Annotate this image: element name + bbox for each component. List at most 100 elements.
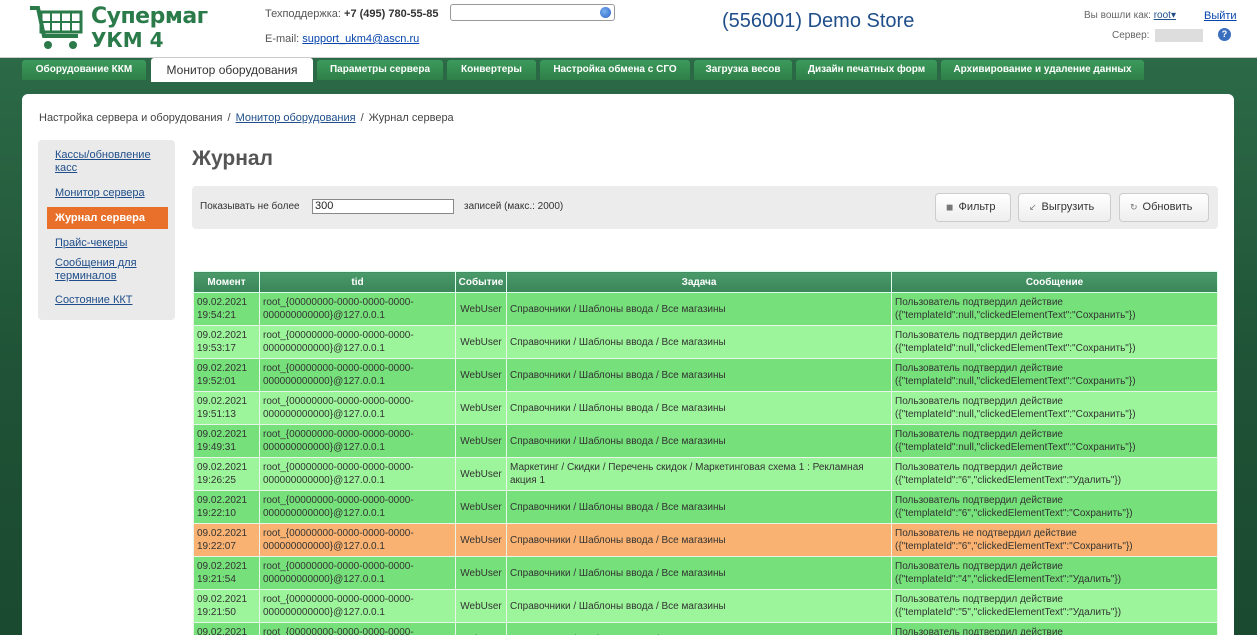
logo-line2: УКМ 4 — [91, 28, 164, 52]
support-label: Техподдержка: — [265, 8, 341, 20]
limit-label: Показывать не более — [200, 201, 300, 212]
sidebar-item-cashboxes[interactable]: Кассы/обновление касс — [55, 149, 165, 175]
sidebar-item-price-checkers[interactable]: Прайс-чекеры — [55, 237, 165, 250]
tab-archive-delete[interactable]: Архивирование и удаление данных — [941, 60, 1144, 80]
cell-tid: root_{00000000-0000-0000-0000-0000000000… — [259, 292, 456, 326]
tab-equipment-monitor[interactable]: Монитор оборудования — [151, 58, 313, 82]
breadcrumb-separator: / — [360, 112, 364, 124]
sidebar-item-terminal-messages[interactable]: Сообщения для терминалов — [55, 257, 165, 283]
help-icon[interactable]: ? — [1218, 28, 1231, 41]
table-row[interactable]: 09.02.2021 19:21:54 root_{00000000-0000-0… — [193, 556, 1218, 590]
cell-event: WebUser — [455, 523, 507, 557]
cell-moment: 09.02.2021 19:49:31 — [193, 424, 260, 458]
refresh-icon: ↻ — [1130, 202, 1138, 212]
cell-event: WebUser — [455, 622, 507, 635]
cell-message: Пользователь подтвердил действие ({"temp… — [891, 490, 1218, 524]
logged-in-label: Вы вошли как: — [1084, 10, 1151, 21]
tab-server-params[interactable]: Параметры сервера — [317, 60, 443, 80]
breadcrumb-current: Журнал сервера — [368, 112, 454, 124]
table-row[interactable]: 09.02.2021 19:49:31 root_{00000000-0000-0… — [193, 424, 1218, 458]
cell-tid: root_{00000000-0000-0000-0000-0000000000… — [259, 457, 456, 491]
column-header-message[interactable]: Сообщение — [891, 271, 1218, 293]
cell-message: Пользователь подтвердил действие ({"temp… — [891, 424, 1218, 458]
table-row[interactable]: 09.02.2021 19:21:50 root_{00000000-0000-0… — [193, 589, 1218, 623]
logo[interactable]: Супермаг УКМ 4 — [28, 2, 208, 52]
cell-task: Справочники / Шаблоны ввода / Все магази… — [506, 358, 892, 392]
cell-task: Справочники / Шаблоны ввода / Все магази… — [506, 556, 892, 590]
cell-tid: root_{00000000-0000-0000-0000-0000000000… — [259, 490, 456, 524]
content-panel: Настройка сервера и оборудования / Монитор… — [22, 94, 1234, 635]
cell-event: WebUser — [455, 556, 507, 590]
table-row[interactable]: 09.02.2021 19:21:40root_{00000000-0000-0… — [193, 622, 1218, 635]
username-dropdown[interactable]: root▾ — [1154, 10, 1176, 21]
tab-print-forms[interactable]: Дизайн печатных форм — [796, 60, 937, 80]
store-title: (556001) Demo Store — [722, 10, 915, 32]
caret-down-icon: ▾ — [1170, 10, 1176, 21]
cell-event: WebUser — [455, 358, 507, 392]
cell-tid: root_{00000000-0000-0000-0000-0000000000… — [259, 622, 456, 635]
cell-event: WebUser — [455, 292, 507, 326]
breadcrumb-link-monitor[interactable]: Монитор оборудования — [236, 112, 356, 124]
filter-button[interactable]: ◼ Фильтр — [935, 193, 1011, 222]
cell-moment: 09.02.2021 19:52:01 — [193, 358, 260, 392]
cell-message: Пользователь подтвердил действие ({"temp… — [891, 457, 1218, 491]
table-row[interactable]: 09.02.2021 19:51:13 root_{00000000-0000-0… — [193, 391, 1218, 425]
app-header: Супермаг УКМ 4 Техподдержка: +7 (495) 78… — [0, 0, 1257, 58]
limit-input[interactable]: 300 — [312, 199, 454, 214]
cell-moment: 09.02.2021 19:26:25 — [193, 457, 260, 491]
tab-converters[interactable]: Конвертеры — [447, 60, 536, 80]
table-row[interactable]: 09.02.2021 19:22:07 root_{00000000-0000-0… — [193, 523, 1218, 557]
column-header-tid[interactable]: tid — [259, 271, 456, 293]
cell-moment: 09.02.2021 19:51:13 — [193, 391, 260, 425]
table-row[interactable]: 09.02.2021 19:53:17 root_{00000000-0000-0… — [193, 325, 1218, 359]
cell-moment: 09.02.2021 19:22:07 — [193, 523, 260, 557]
sidebar-item-server-monitor[interactable]: Монитор сервера — [55, 187, 165, 200]
search-icon[interactable] — [600, 7, 611, 18]
breadcrumb-root: Настройка сервера и оборудования — [39, 112, 223, 124]
cell-message: Пользователь подтвердил действие ({"temp… — [891, 622, 1218, 635]
tab-kkm-equipment[interactable]: Оборудование ККМ — [22, 60, 146, 80]
cell-tid: root_{00000000-0000-0000-0000-0000000000… — [259, 589, 456, 623]
cell-moment: 09.02.2021 19:21:50 — [193, 589, 260, 623]
logout-link[interactable]: Выйти — [1204, 10, 1237, 22]
cell-message: Пользователь подтвердил действие ({"temp… — [891, 589, 1218, 623]
support-email: E-mail: support_ukm4@ascn.ru — [265, 33, 419, 45]
tab-sgo-exchange[interactable]: Настройка обмена с СГО — [540, 60, 690, 80]
export-button[interactable]: ↙ Выгрузить — [1018, 193, 1111, 222]
breadcrumb-separator: / — [227, 112, 231, 124]
filter-bar: Показывать не более 300 записей (макс.: … — [192, 186, 1218, 229]
export-button-label: Выгрузить — [1041, 201, 1095, 213]
sidebar-item-kkt-status[interactable]: Состояние ККТ — [55, 294, 165, 307]
support-phone-value: +7 (495) 780-55-85 — [344, 8, 439, 20]
logo-line1: Супермаг — [91, 4, 208, 29]
limit-suffix: записей (макс.: 2000) — [464, 201, 564, 212]
column-header-moment[interactable]: Момент — [193, 271, 260, 293]
filter-button-label: Фильтр — [958, 201, 996, 213]
tab-scales-loading[interactable]: Загрузка весов — [694, 60, 792, 80]
search-input[interactable] — [450, 4, 615, 21]
cell-event: WebUser — [455, 391, 507, 425]
table-header-row: Момент tid Событие Задача Сообщение — [193, 271, 1218, 293]
table-row[interactable]: 09.02.2021 19:54:21 root_{00000000-0000-0… — [193, 292, 1218, 326]
table-row[interactable]: 09.02.2021 19:22:10 root_{00000000-0000-0… — [193, 490, 1218, 524]
cell-task: Справочники / Шаблоны ввода / Все магази… — [506, 622, 892, 635]
column-header-event[interactable]: Событие — [455, 271, 507, 293]
cart-icon — [30, 6, 83, 49]
cell-task: Справочники / Шаблоны ввода / Все магази… — [506, 391, 892, 425]
sidebar-item-server-journal[interactable]: Журнал сервера — [47, 207, 168, 229]
cell-tid: root_{00000000-0000-0000-0000-0000000000… — [259, 523, 456, 557]
page-title: Журнал — [192, 147, 273, 170]
cell-task: Справочники / Шаблоны ввода / Все магази… — [506, 490, 892, 524]
cell-tid: root_{00000000-0000-0000-0000-0000000000… — [259, 424, 456, 458]
journal-table: Момент tid Событие Задача Сообщение 09.0… — [193, 271, 1218, 635]
cell-task: Справочники / Шаблоны ввода / Все магази… — [506, 325, 892, 359]
cell-moment: 09.02.2021 19:21:40 — [193, 622, 260, 635]
cell-task: Справочники / Шаблоны ввода / Все магази… — [506, 292, 892, 326]
table-body: 09.02.2021 19:54:21 root_{00000000-0000-0… — [193, 292, 1218, 635]
refresh-button[interactable]: ↻ Обновить — [1119, 193, 1209, 222]
column-header-task[interactable]: Задача — [506, 271, 892, 293]
table-row[interactable]: 09.02.2021 19:26:25 root_{00000000-0000-0… — [193, 457, 1218, 491]
table-row[interactable]: 09.02.2021 19:52:01 root_{00000000-0000-0… — [193, 358, 1218, 392]
cell-moment: 09.02.2021 19:54:21 — [193, 292, 260, 326]
email-link[interactable]: support_ukm4@ascn.ru — [302, 33, 419, 45]
